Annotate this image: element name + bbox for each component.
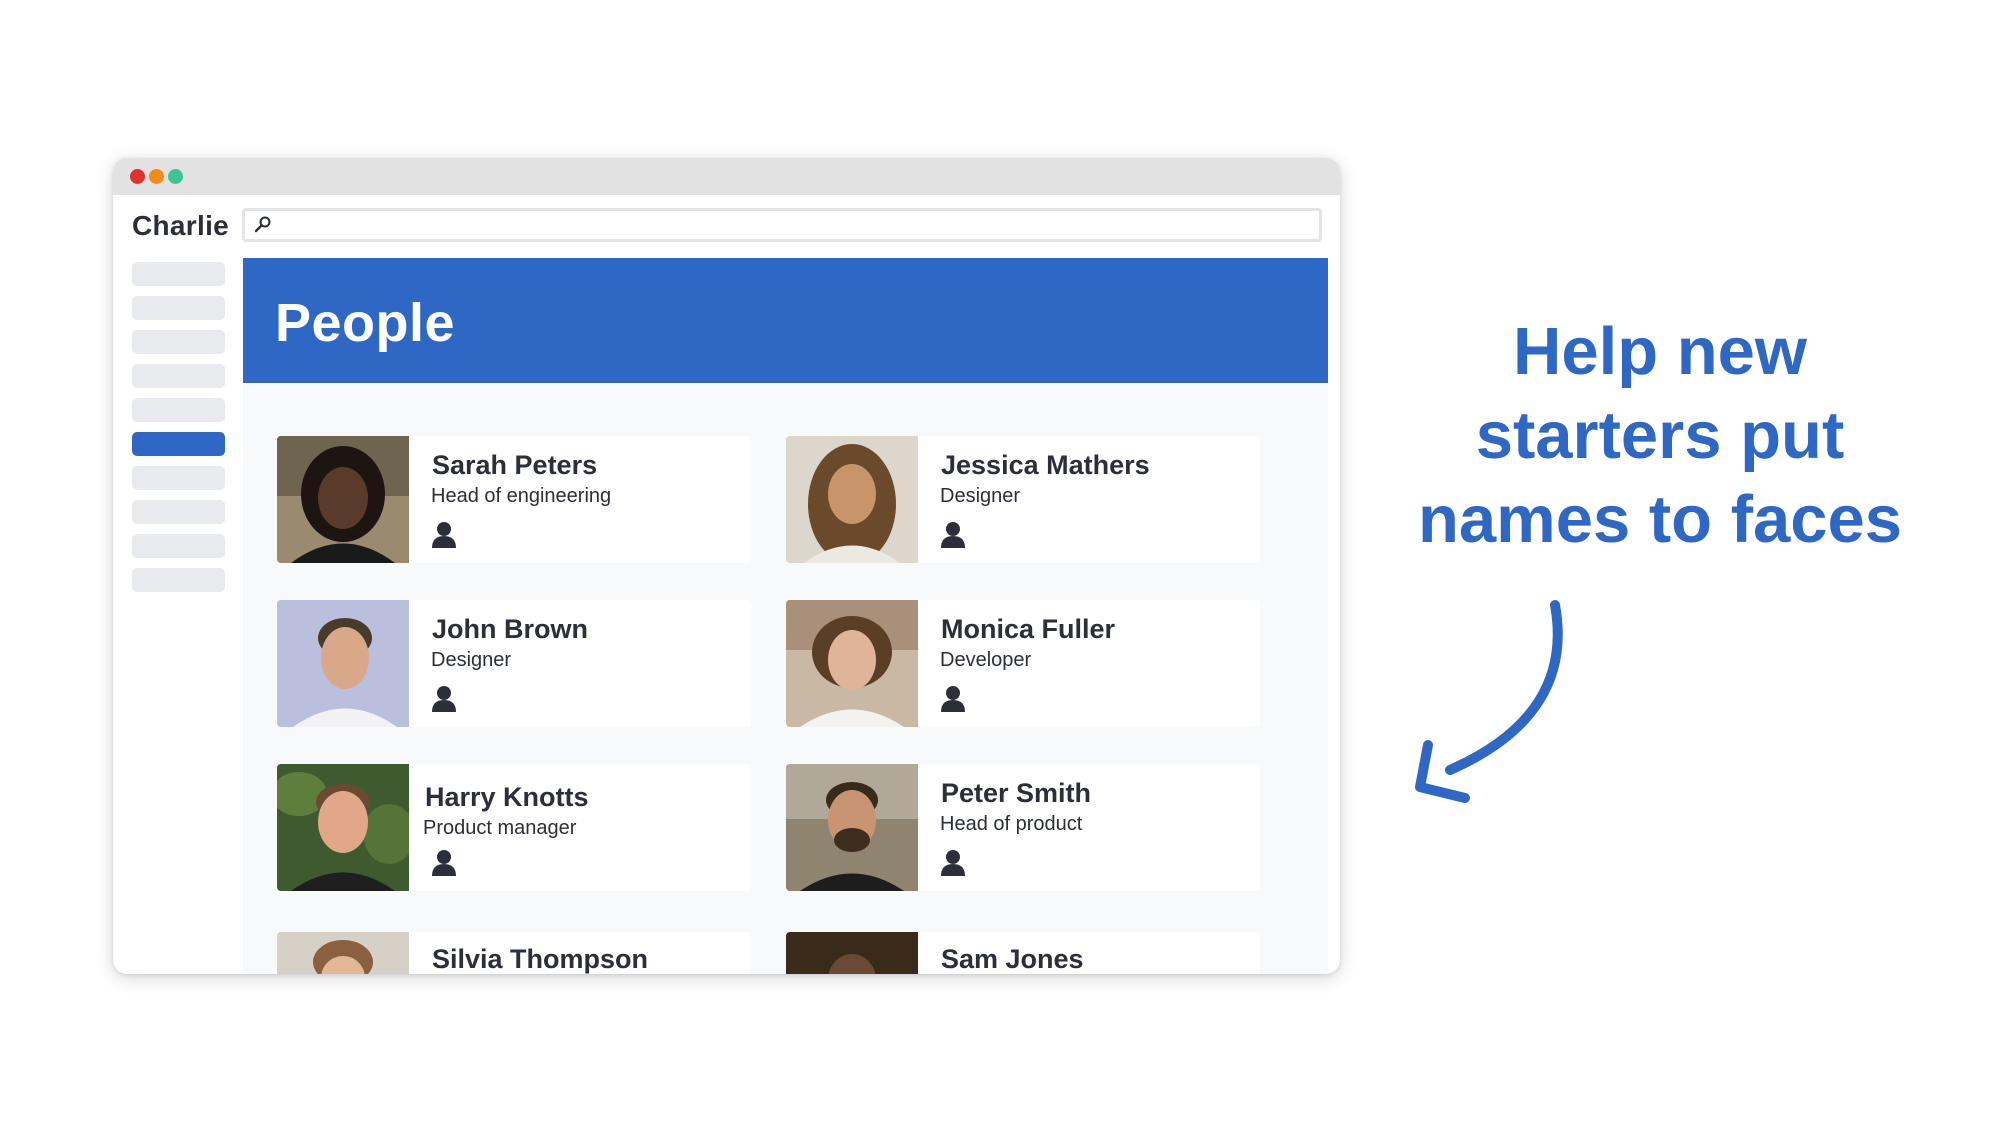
person-card[interactable]: Peter Smith Head of product <box>786 764 1260 891</box>
tagline-line-3: names to faces <box>1417 482 1903 557</box>
sidebar-item-people[interactable] <box>132 432 225 456</box>
person-card[interactable]: Jessica Mathers Designer <box>786 436 1260 563</box>
person-card[interactable]: Harry Knotts Product manager <box>277 764 751 891</box>
search-input[interactable] <box>279 211 1313 241</box>
search-icon <box>254 216 271 233</box>
person-icon[interactable] <box>940 685 966 713</box>
person-role: Developer <box>940 649 1032 671</box>
sidebar-nav <box>132 262 225 602</box>
person-role: Designer <box>940 485 1021 507</box>
search-bar[interactable] <box>242 208 1322 242</box>
marketing-tagline: Help new starters put names to faces <box>1390 310 1930 562</box>
person-card[interactable]: Sarah Peters Head of engineering <box>277 436 751 563</box>
sidebar-item-10[interactable] <box>132 568 225 592</box>
person-name: Harry Knotts <box>425 782 589 812</box>
sidebar-item-3[interactable] <box>132 330 225 354</box>
browser-window: Charlie People Sarah Peters Head of engi… <box>113 158 1340 974</box>
person-name: Jessica Mathers <box>941 450 1150 480</box>
person-role: Product manager <box>423 817 577 839</box>
person-card[interactable]: Monica Fuller Developer <box>786 600 1260 727</box>
person-photo <box>277 436 409 563</box>
person-photo <box>786 436 918 563</box>
person-photo <box>786 600 918 727</box>
person-card[interactable]: John Brown Designer <box>277 600 751 727</box>
person-name: Sam Jones <box>941 944 1084 974</box>
close-window-button[interactable] <box>130 169 145 184</box>
app-logo[interactable]: Charlie <box>132 210 229 242</box>
person-name: Silvia Thompson <box>432 944 649 974</box>
person-name: John Brown <box>432 614 588 644</box>
page-header-banner: People <box>243 258 1328 383</box>
person-icon[interactable] <box>940 849 966 877</box>
person-icon[interactable] <box>431 521 457 549</box>
person-icon[interactable] <box>940 521 966 549</box>
sidebar-item-4[interactable] <box>132 364 225 388</box>
person-name: Peter Smith <box>941 778 1092 808</box>
tagline-line-1: Help new <box>1512 314 1808 389</box>
sidebar-item-9[interactable] <box>132 534 225 558</box>
maximize-window-button[interactable] <box>168 169 183 184</box>
main-content: People Sarah Peters Head of engineering <box>243 258 1328 974</box>
person-photo <box>277 932 409 974</box>
person-photo <box>786 764 918 891</box>
sidebar-item-7[interactable] <box>132 466 225 490</box>
person-name: Monica Fuller <box>941 614 1116 644</box>
person-photo <box>277 764 409 891</box>
sidebar-item-8[interactable] <box>132 500 225 524</box>
window-titlebar <box>113 158 1340 195</box>
person-photo <box>277 600 409 727</box>
sidebar-item-1[interactable] <box>132 262 225 286</box>
curved-arrow-icon <box>1415 600 1563 803</box>
person-role: Designer <box>431 649 512 671</box>
person-card[interactable]: Sam Jones <box>786 932 1260 974</box>
person-photo <box>786 932 918 974</box>
minimize-window-button[interactable] <box>149 169 164 184</box>
person-name: Sarah Peters <box>432 450 598 480</box>
person-card[interactable]: Silvia Thompson <box>277 932 751 974</box>
page-title: People <box>275 293 456 353</box>
person-icon[interactable] <box>431 849 457 877</box>
sidebar-item-2[interactable] <box>132 296 225 320</box>
person-role: Head of product <box>940 813 1083 835</box>
person-role: Head of engineering <box>431 485 612 507</box>
sidebar-item-5[interactable] <box>132 398 225 422</box>
person-icon[interactable] <box>431 685 457 713</box>
tagline-line-2: starters put <box>1475 398 1845 473</box>
